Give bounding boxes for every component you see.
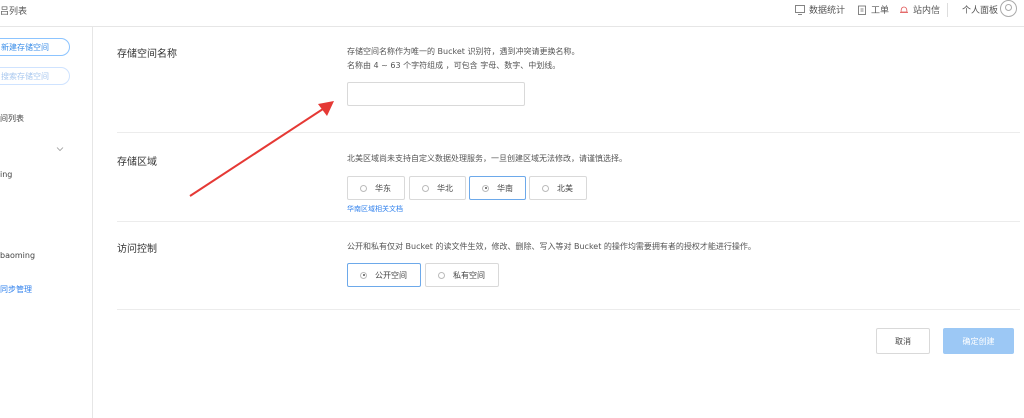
region-option-north[interactable]: 华北 [409, 176, 466, 200]
nav-separator [947, 3, 948, 17]
top-bar: 吕列表 数据统计 工单 站内信 个人面板 [0, 0, 1024, 27]
nav-stats-label: 数据统计 [809, 6, 846, 16]
radio-icon [542, 184, 549, 192]
bell-icon [900, 6, 908, 13]
access-control-help: 公开和私有仅对 Bucket 的读文件生效，修改、删除、写入等对 Bucket … [347, 242, 756, 251]
chevron-down-icon[interactable] [56, 145, 64, 153]
radio-icon [360, 184, 367, 192]
nav-messages-label: 站内信 [913, 6, 941, 16]
nav-messages[interactable]: 站内信 [899, 3, 940, 16]
access-option-private[interactable]: 私有空间 [425, 263, 499, 287]
radio-checked-icon [360, 271, 367, 279]
breadcrumb: 吕列表 [0, 7, 28, 17]
region-option-label: 华南 [497, 183, 513, 193]
user-panel[interactable]: 个人面板 [962, 3, 998, 16]
sidebar-item-bucket-ing[interactable]: ing [0, 170, 12, 179]
chart-icon [795, 4, 805, 15]
radio-icon [438, 271, 445, 279]
sidebar-item-bucket-list[interactable]: 间列表 [0, 113, 24, 124]
region-doc-link[interactable]: 华南区域相关文档 [347, 204, 403, 214]
cancel-button-label: 取消 [895, 336, 911, 346]
confirm-create-button[interactable]: 确定创建 [943, 328, 1014, 354]
cancel-button[interactable]: 取消 [876, 328, 930, 354]
clipboard-icon [858, 5, 866, 15]
create-bucket-label: 新建存储空间 [1, 42, 49, 52]
search-bucket-placeholder: 搜索存储空间 [1, 71, 49, 81]
divider [117, 221, 1020, 222]
region-option-label: 北美 [557, 183, 573, 193]
sidebar-item-sync-management[interactable]: 同步管理 [0, 284, 32, 295]
region-option-south[interactable]: 华南 [469, 176, 526, 200]
region-option-label: 华东 [375, 183, 391, 193]
region-label: 存储区域 [117, 157, 157, 168]
region-option-north-america[interactable]: 北美 [529, 176, 587, 200]
region-option-label: 华北 [437, 183, 453, 193]
access-option-label: 私有空间 [453, 270, 485, 280]
sidebar-item-bucket-baoming[interactable]: baoming [0, 251, 35, 260]
divider [117, 132, 1020, 133]
sidebar: 新建存储空间 搜索存储空间 间列表 ing baoming 同步管理 [0, 27, 93, 418]
avatar-icon[interactable] [1000, 0, 1017, 17]
bucket-name-label: 存储空间名称 [117, 49, 177, 60]
radio-checked-icon [482, 184, 489, 192]
search-bucket-input[interactable]: 搜索存储空间 [0, 67, 70, 85]
access-option-public[interactable]: 公开空间 [347, 263, 421, 287]
nav-stats[interactable]: 数据统计 [795, 3, 845, 16]
divider [117, 309, 1020, 310]
region-option-east[interactable]: 华东 [347, 176, 405, 200]
nav-ticket[interactable]: 工单 [857, 3, 889, 16]
access-option-label: 公开空间 [375, 270, 407, 280]
bucket-name-help-1: 存储空间名称作为唯一的 Bucket 识别符，遇到冲突请更换名称。 [347, 47, 580, 56]
radio-icon [422, 184, 429, 192]
user-panel-label: 个人面板 [962, 6, 999, 16]
bucket-name-help-2: 名称由 4 ~ 63 个字符组成 ，可包含 字母、数字、中划线。 [347, 61, 561, 70]
confirm-create-button-label: 确定创建 [962, 336, 995, 346]
bucket-name-input[interactable] [347, 82, 525, 106]
region-help: 北美区域尚未支持自定义数据处理服务，一旦创建区域无法修改，请谨慎选择。 [347, 154, 627, 163]
nav-ticket-label: 工单 [871, 6, 890, 16]
access-control-label: 访问控制 [117, 244, 157, 255]
create-bucket-button[interactable]: 新建存储空间 [0, 38, 70, 56]
